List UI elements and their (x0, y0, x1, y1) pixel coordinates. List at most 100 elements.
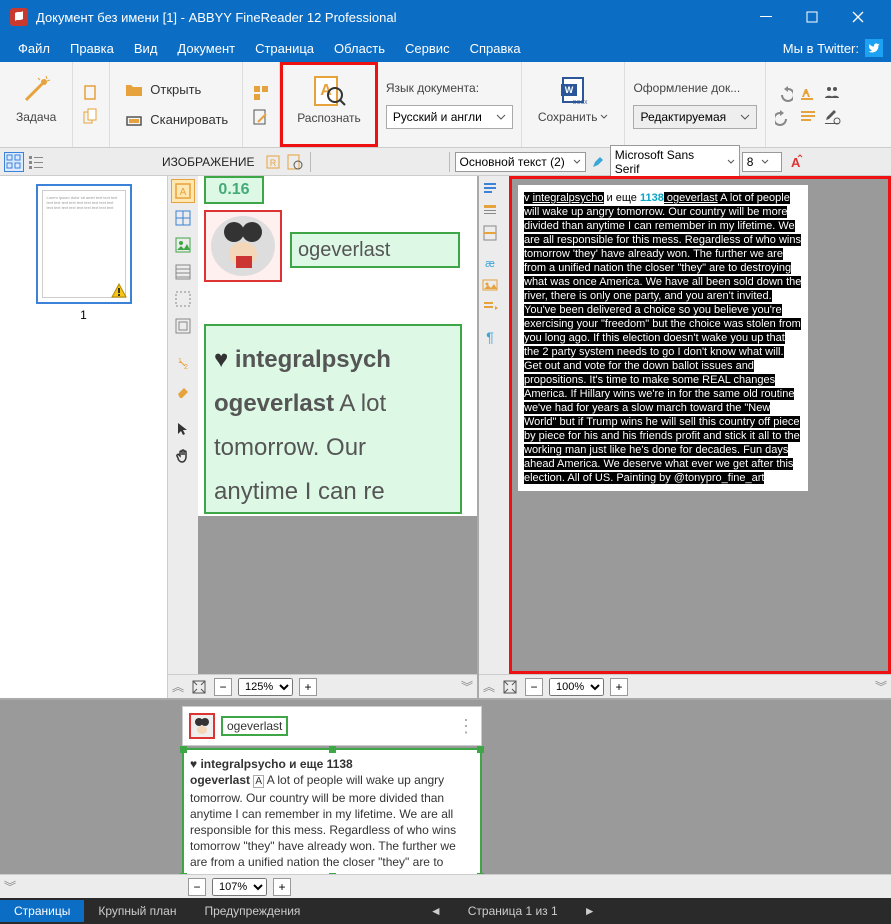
highlight-icon[interactable] (798, 83, 818, 103)
collapse-up-icon[interactable]: ︽ (172, 678, 184, 695)
para-icon[interactable] (480, 179, 500, 199)
status-tab-pages[interactable]: Страницы (0, 900, 84, 922)
image-insert-icon[interactable] (480, 275, 500, 295)
bottom-text-box: ♥ integralpsycho и еще 1138 ogeverlast A… (182, 748, 482, 874)
fit-icon[interactable] (190, 678, 208, 696)
save-button[interactable]: WDOCX Сохранить (530, 68, 617, 128)
collapse-up-icon[interactable]: ︽ (483, 678, 495, 695)
page-thumbnail[interactable]: Lorem ipsum dolor sit amet text text tex… (36, 184, 132, 304)
scan-button[interactable]: Сканировать (118, 107, 234, 133)
menu-page[interactable]: Страница (245, 38, 324, 59)
font-size-select[interactable]: 8 (742, 152, 782, 172)
collapse-down-icon[interactable]: ︾ (4, 878, 16, 895)
expand-right-icon[interactable]: ︾ (875, 678, 887, 695)
pages-stack-icon[interactable] (251, 83, 271, 103)
menu-edit[interactable]: Правка (60, 38, 124, 59)
expand-right-icon[interactable]: ︾ (461, 678, 473, 695)
status-tab-closeup[interactable]: Крупный план (84, 900, 190, 922)
menu-document[interactable]: Документ (167, 38, 245, 59)
font-grow-icon[interactable]: A (784, 152, 804, 172)
find-people-icon[interactable] (822, 83, 842, 103)
status-tab-warnings[interactable]: Предупреждения (190, 900, 314, 922)
language-label: Язык документа: (386, 81, 513, 95)
main-area: Lorem ipsum dolor sit amet text text tex… (0, 176, 891, 698)
maximize-button[interactable] (789, 0, 835, 34)
brush-icon[interactable] (588, 152, 608, 172)
read-area-icon[interactable]: R (263, 152, 283, 172)
header-icon[interactable] (480, 201, 500, 221)
redo-button[interactable] (774, 107, 794, 127)
page-line-icon[interactable] (480, 223, 500, 243)
options-icon[interactable] (822, 107, 842, 127)
app-logo-icon (10, 8, 28, 26)
menu-view[interactable]: Вид (124, 38, 168, 59)
next-para-icon[interactable] (480, 297, 500, 317)
bottom-username: ogeverlast (221, 716, 288, 736)
recognize-icon: A (311, 73, 347, 109)
list-view-icon[interactable] (26, 152, 46, 172)
page-next-button[interactable]: ► (578, 904, 602, 918)
pages-panel: Lorem ipsum dolor sit amet text text tex… (0, 176, 168, 698)
text-style-select[interactable]: Основной текст (2) (455, 152, 586, 172)
pointer-tool[interactable] (171, 417, 195, 441)
task-button[interactable]: Задача (8, 68, 64, 128)
menu-service[interactable]: Сервис (395, 38, 460, 59)
svg-text:DOCX: DOCX (573, 100, 588, 106)
menu-help[interactable]: Справка (460, 38, 531, 59)
thumbnails-view-icon[interactable] (4, 152, 24, 172)
zoom-in-button[interactable]: + (610, 678, 628, 696)
menu-area[interactable]: Область (324, 38, 395, 59)
window-title: Документ без имени [1] - ABBYY FineReade… (36, 10, 743, 25)
bottom-canvas[interactable]: ogeverlast ⋮ ♥ integralpsycho и еще 1138… (0, 700, 891, 874)
bottom-preview: ogeverlast ⋮ ♥ integralpsycho и еще 1138… (0, 698, 891, 898)
twitter-icon[interactable] (865, 39, 883, 57)
bottom-zoom-select[interactable]: 107% (212, 878, 267, 896)
zoom-out-button[interactable]: − (188, 878, 206, 896)
zoom-out-button[interactable]: − (525, 678, 543, 696)
recognized-text: v integralpsycho и еще 1138 ogeverlast A… (518, 185, 808, 491)
zoom-in-button[interactable]: + (299, 678, 317, 696)
avatar-box (204, 210, 282, 282)
svg-text:R: R (269, 158, 276, 168)
table-area-tool[interactable] (171, 206, 195, 230)
hand-tool[interactable] (171, 444, 195, 468)
analyze-icon[interactable] (285, 152, 305, 172)
text-zoom-select[interactable]: 100% (549, 678, 604, 696)
twitter-label: Мы в Twitter: (783, 41, 859, 56)
text-canvas[interactable]: v integralpsycho и еще 1138 ogeverlast A… (509, 176, 891, 674)
menu-file[interactable]: Файл (8, 38, 60, 59)
close-button[interactable] (835, 0, 881, 34)
order-tool[interactable]: 12 (171, 352, 195, 376)
pilcrow-icon[interactable]: ¶ (480, 327, 500, 347)
fit-icon[interactable] (501, 678, 519, 696)
open-button[interactable]: Открыть (118, 77, 234, 103)
barcode-area-tool[interactable] (171, 287, 195, 311)
image-zoom-select[interactable]: 125% (238, 678, 293, 696)
svg-text:A: A (791, 155, 801, 170)
text-area-tool[interactable]: A (171, 179, 195, 203)
image-canvas[interactable]: 0.16 ogeverlast ♥ integralpsych ogeverla… (198, 176, 477, 674)
wand-icon (18, 72, 54, 108)
new-pages-icon[interactable] (81, 107, 101, 127)
design-select[interactable]: Редактируемая (633, 105, 757, 129)
image-area-tool[interactable] (171, 233, 195, 257)
more-icon[interactable]: ⋮ (457, 716, 475, 737)
zoom-out-button[interactable]: − (214, 678, 232, 696)
font-select[interactable]: Microsoft Sans Serif (610, 145, 740, 179)
recognize-button[interactable]: A Распознать (289, 69, 369, 129)
zoom-in-button[interactable]: + (273, 878, 291, 896)
background-area-tool[interactable] (171, 260, 195, 284)
new-page-icon[interactable] (81, 83, 101, 103)
language-select[interactable]: Русский и англи (386, 105, 513, 129)
page-prev-button[interactable]: ◄ (424, 904, 448, 918)
undo-button[interactable] (774, 83, 794, 103)
text-format-icon[interactable] (798, 107, 818, 127)
edit-page-icon[interactable] (251, 107, 271, 127)
timestamp-box: 0.16 (204, 176, 264, 204)
chevron-down-icon (761, 158, 769, 166)
recognition-area-tool[interactable] (171, 314, 195, 338)
minimize-button[interactable] (743, 0, 789, 34)
ae-icon[interactable]: æ (480, 253, 500, 273)
eraser-tool[interactable] (171, 379, 195, 403)
ribbon: Задача Открыть Сканировать A Распознать … (0, 62, 891, 148)
